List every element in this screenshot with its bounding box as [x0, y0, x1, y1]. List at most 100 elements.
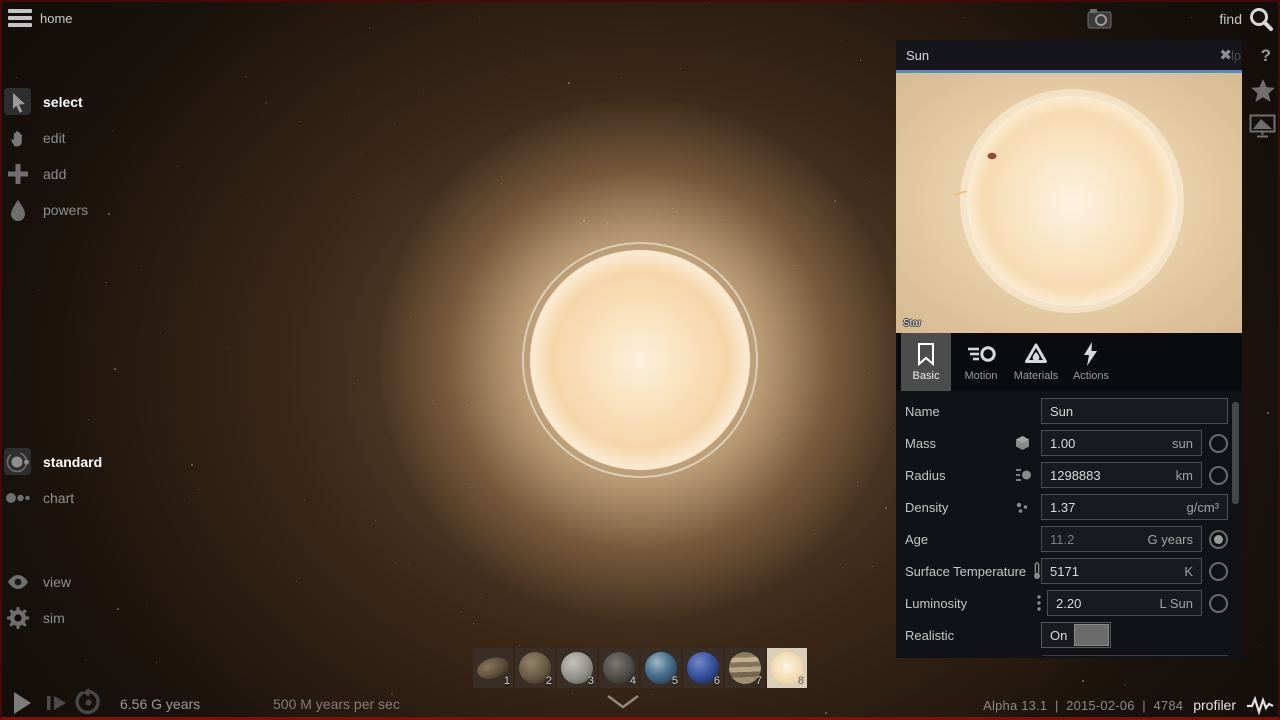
preview-sun-image [896, 73, 1242, 333]
radius-lock-radio[interactable] [1209, 465, 1228, 485]
cube-icon [1015, 435, 1041, 451]
age-label: Age [905, 531, 929, 547]
panel-scrollbar-thumb[interactable] [1232, 402, 1239, 504]
radius-unit: km [1175, 467, 1193, 483]
luminosity-label: Luminosity [905, 595, 968, 611]
display-monitor-icon[interactable] [1249, 114, 1276, 138]
object-preview[interactable]: Star [896, 73, 1242, 333]
age-lock-radio[interactable] [1209, 529, 1228, 549]
luminosity-input[interactable]: 2.20 L Sun [1047, 590, 1202, 616]
orbit-planet-icon [4, 448, 31, 475]
hand-icon [4, 124, 31, 151]
tool-edit-label: edit [43, 129, 66, 146]
drop-icon [4, 196, 31, 223]
luminosity-lock-radio[interactable] [1209, 593, 1228, 613]
property-list: Name Sun Mass 1.00 sun Radius 1298883 km… [896, 391, 1242, 651]
density-unit: g/cm³ [1186, 499, 1220, 515]
name-value: Sun [1050, 403, 1074, 419]
time-rate[interactable]: 500 M years per sec [273, 696, 400, 712]
age-unit: G years [1147, 531, 1193, 547]
reset-simulation-icon[interactable] [74, 688, 102, 716]
tool-powers-label: powers [43, 201, 89, 218]
mass-value: 1.00 [1050, 435, 1076, 451]
tab-actions[interactable]: Actions [1066, 333, 1116, 391]
mode-chart[interactable]: chart [4, 484, 74, 511]
favorite-star-icon[interactable] [1250, 78, 1276, 103]
luminosity-value: 2.20 [1056, 595, 1082, 611]
radius-input[interactable]: 1298883 km [1041, 462, 1202, 488]
play-button[interactable] [12, 691, 32, 715]
surface-temperature-lock-radio[interactable] [1209, 561, 1228, 581]
property-row-luminosity: Luminosity 2.20 L Sun [905, 587, 1228, 619]
property-row-name: Name Sun [905, 395, 1228, 427]
help-label-partial: lp [1231, 48, 1242, 63]
density-input[interactable]: 1.37 g/cm³ [1041, 494, 1228, 520]
palette-item-asteroid[interactable]: 1 [473, 648, 513, 688]
tab-materials[interactable]: Materials [1011, 333, 1061, 391]
radius-icon [1015, 468, 1041, 482]
date-label: 2015-02-06 [1066, 697, 1135, 713]
tab-materials-label: Materials [1013, 370, 1059, 382]
palette-num: 3 [587, 675, 594, 687]
find-label: find [1219, 11, 1242, 27]
tab-basic[interactable]: Basic [901, 333, 951, 391]
age-input[interactable]: 11.2 G years [1041, 526, 1202, 552]
help-icon[interactable]: ? [1261, 46, 1271, 66]
name-input[interactable]: Sun [1041, 398, 1228, 424]
property-row-mass: Mass 1.00 sun [905, 427, 1228, 459]
surface-temperature-unit: K [1184, 563, 1193, 579]
build-info: Alpha 13.1 | 2015-02-06 | 4784 [983, 698, 1183, 713]
mode-standard[interactable]: standard [4, 448, 102, 475]
mass-input[interactable]: 1.00 sun [1041, 430, 1202, 456]
mass-lock-radio[interactable] [1209, 433, 1228, 453]
elapsed-time[interactable]: 6.56 G years [120, 696, 200, 712]
surface-temperature-value: 5171 [1050, 563, 1079, 579]
eye-icon [4, 568, 31, 595]
palette-item-cratered-planet[interactable]: 4 [599, 648, 639, 688]
object-type-badge: Star [903, 318, 922, 329]
tool-add[interactable]: add [4, 160, 66, 187]
find-control[interactable]: find [1219, 6, 1274, 32]
density-label: Density [905, 499, 949, 515]
palette-num: 8 [797, 675, 804, 687]
realistic-toggle-state: On [1050, 627, 1068, 643]
menu-view-label: view [43, 573, 72, 590]
waveform-icon[interactable] [1246, 695, 1274, 715]
menu-sim[interactable]: sim [4, 604, 65, 631]
thermometer-icon [1015, 562, 1041, 580]
palette-item-star[interactable]: 8 [767, 648, 807, 688]
profiler-button[interactable]: profiler [1193, 697, 1236, 713]
tool-powers[interactable]: powers [4, 196, 88, 223]
home-button[interactable]: home [40, 11, 73, 26]
name-label: Name [905, 403, 940, 419]
palette-item-earth[interactable]: 5 [641, 648, 681, 688]
tool-edit[interactable]: edit [4, 124, 66, 151]
palette-item-blue-planet[interactable]: 6 [683, 648, 723, 688]
surface-temperature-input[interactable]: 5171 K [1041, 558, 1202, 584]
sun-body[interactable] [518, 238, 762, 482]
palette-item-gas-giant[interactable]: 7 [725, 648, 765, 688]
density-icon [1015, 501, 1041, 514]
palette-num: 7 [755, 675, 762, 687]
clipped-next-row-edge [1042, 655, 1228, 656]
tool-add-label: add [43, 165, 67, 182]
luminosity-unit: L Sun [1159, 595, 1194, 611]
version-label: Alpha 13.1 [983, 697, 1048, 713]
realistic-label: Realistic [905, 627, 955, 643]
menu-view[interactable]: view [4, 568, 71, 595]
property-row-surface-temperature: Surface Temperature 5171 K [905, 555, 1228, 587]
tool-select[interactable]: select [4, 88, 83, 115]
panel-header[interactable]: Sun ✖ [896, 40, 1242, 70]
palette-item-gray-moon[interactable]: 3 [557, 648, 597, 688]
realistic-toggle[interactable]: On [1041, 622, 1111, 648]
screenshot-camera-icon[interactable] [1087, 8, 1112, 29]
chevron-down-icon[interactable] [604, 692, 642, 712]
palette-item-rocky-moon[interactable]: 2 [515, 648, 555, 688]
hamburger-menu-icon[interactable] [8, 9, 32, 27]
tab-basic-label: Basic [912, 370, 940, 382]
gear-icon [4, 604, 31, 631]
step-forward-button[interactable] [46, 695, 68, 711]
mass-unit: sun [1172, 435, 1193, 451]
tab-motion[interactable]: Motion [956, 333, 1006, 391]
surface-temperature-label: Surface Temperature [905, 563, 1027, 579]
